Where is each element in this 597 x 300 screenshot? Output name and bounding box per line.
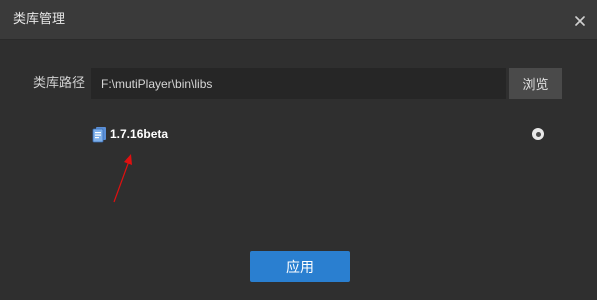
radio-selected-dot <box>535 131 541 137</box>
library-list-item[interactable]: 1.7.16beta <box>90 124 550 144</box>
file-icon <box>92 126 108 143</box>
close-button[interactable] <box>571 11 589 29</box>
title-bar: 类库管理 <box>0 0 597 40</box>
library-name: 1.7.16beta <box>110 127 169 141</box>
apply-button[interactable]: 应用 <box>250 251 350 282</box>
library-select-radio[interactable] <box>532 128 544 140</box>
annotation-arrow <box>113 154 132 203</box>
library-path-label: 类库路径 <box>33 76 86 91</box>
library-path-input[interactable] <box>91 68 506 99</box>
library-manager-dialog: 类库管理 类库路径 浏览 1.7.16beta <box>0 0 597 300</box>
dialog-title: 类库管理 <box>13 12 66 27</box>
close-icon <box>575 11 585 30</box>
browse-button[interactable]: 浏览 <box>509 68 562 99</box>
